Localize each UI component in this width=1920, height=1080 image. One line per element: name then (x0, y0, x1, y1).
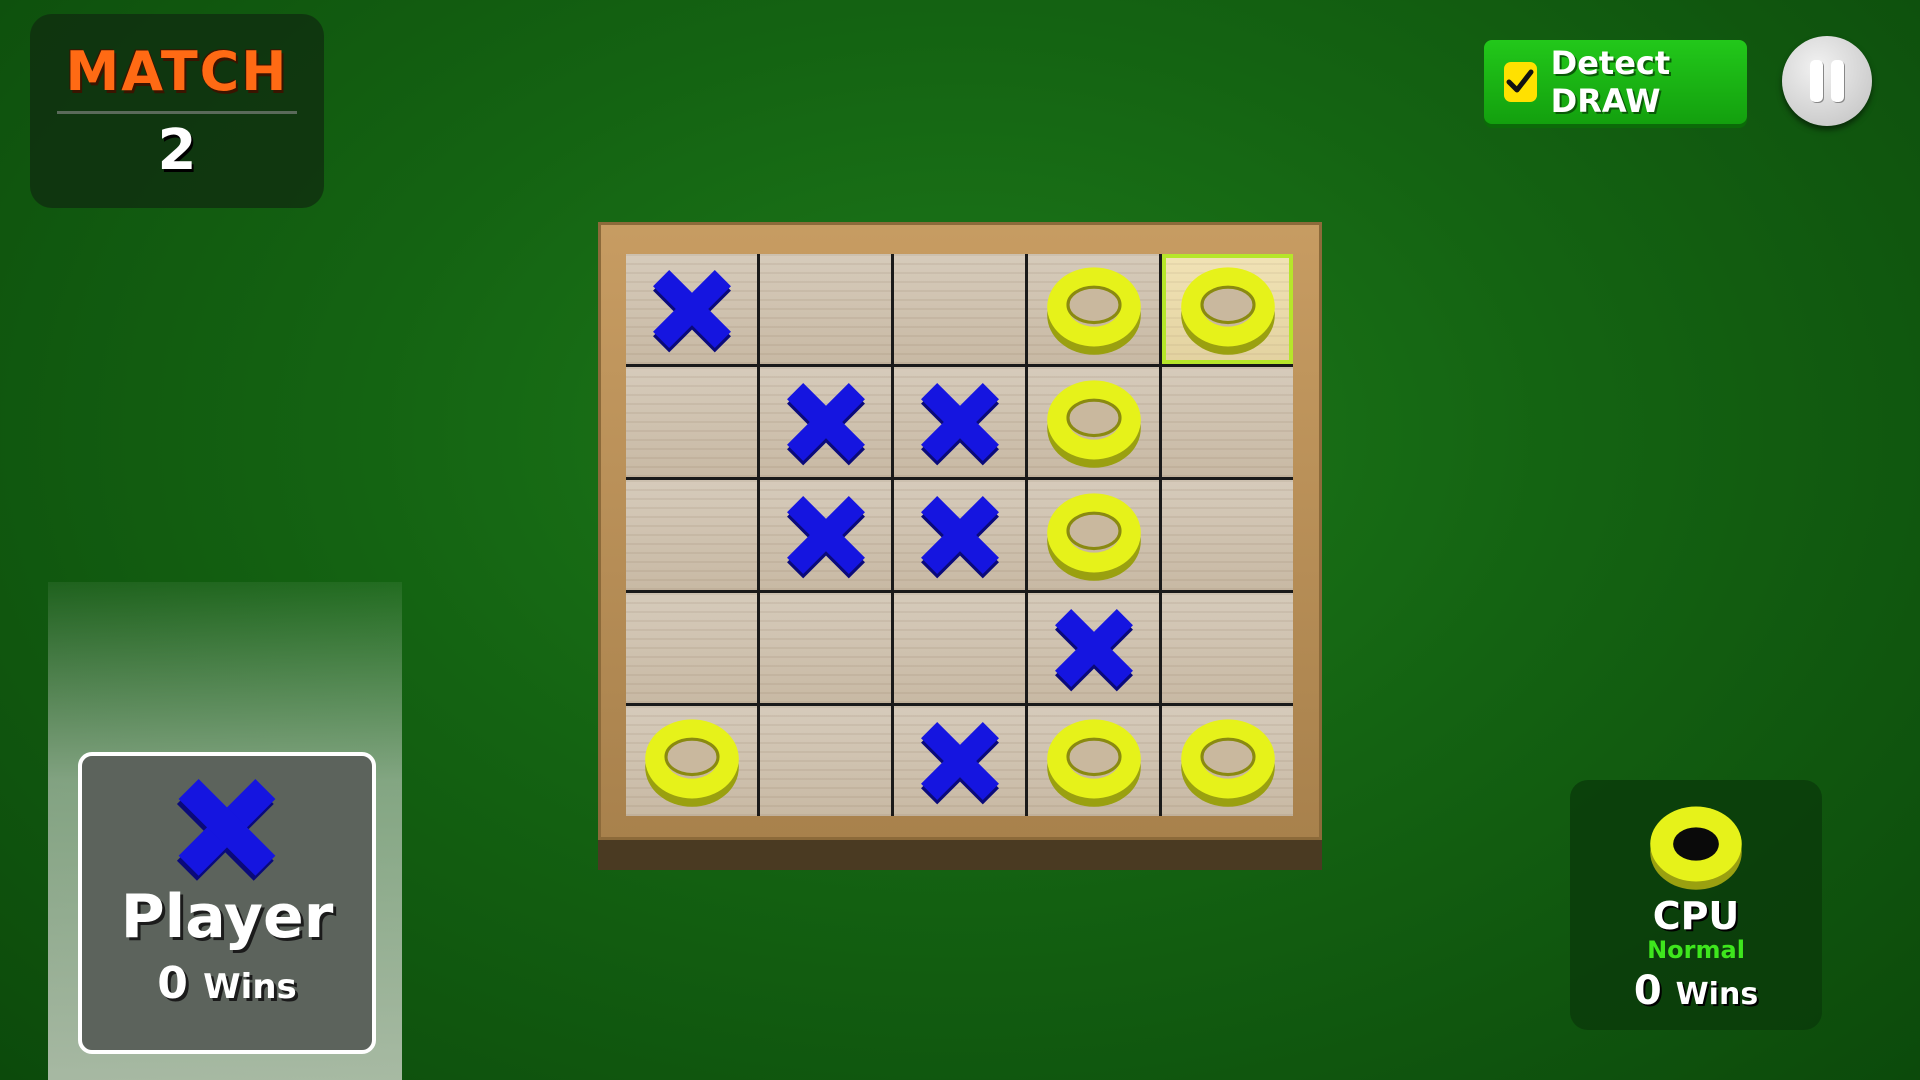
x-piece (920, 496, 999, 579)
board-cell-r1-c1[interactable] (626, 254, 757, 364)
cpu-card: CPU Normal 0 Wins (1570, 780, 1822, 1030)
player-name: Player (120, 882, 334, 952)
pause-icon (1810, 60, 1823, 102)
board-cell-r2-c2[interactable] (760, 367, 891, 477)
board-cell-r5-c3[interactable] (894, 706, 1025, 816)
x-piece (786, 496, 865, 579)
cpu-name: CPU (1652, 894, 1740, 938)
x-piece (920, 722, 999, 805)
board-cell-r3-c1[interactable] (626, 480, 757, 590)
match-number: 2 (157, 118, 197, 183)
board-cell-r4-c2[interactable] (760, 593, 891, 703)
player-wins: 0 Wins (82, 958, 372, 1009)
cpu-wins-count: 0 (1633, 968, 1662, 1014)
pause-icon (1831, 60, 1844, 102)
board-cell-r5-c4[interactable] (1028, 706, 1159, 816)
player-wins-unit: Wins (203, 967, 297, 1007)
board-cell-r4-c4[interactable] (1028, 593, 1159, 703)
cpu-wins-unit: Wins (1675, 977, 1759, 1012)
x-piece (652, 270, 731, 353)
board-cell-r2-c3[interactable] (894, 367, 1025, 477)
board-cell-r2-c1[interactable] (626, 367, 757, 477)
match-panel: MATCH 2 (30, 14, 324, 208)
board-cell-r3-c5[interactable] (1162, 480, 1293, 590)
pause-button[interactable] (1782, 36, 1872, 126)
o-ring-icon (1650, 806, 1742, 890)
x-piece (920, 383, 999, 466)
board-cell-r1-c3[interactable] (894, 254, 1025, 364)
o-piece (1046, 493, 1141, 581)
o-piece (1046, 719, 1141, 807)
board-base (598, 838, 1322, 870)
o-piece (1046, 380, 1141, 468)
x-piece (1054, 609, 1133, 692)
x-piece (786, 383, 865, 466)
detect-draw-toggle[interactable]: Detect DRAW (1484, 40, 1747, 124)
board-cell-r5-c5[interactable] (1162, 706, 1293, 816)
o-piece (644, 719, 739, 807)
o-piece (1180, 719, 1275, 807)
board-cell-r4-c5[interactable] (1162, 593, 1293, 703)
cpu-difficulty: Normal (1647, 936, 1745, 964)
player-card: Player 0 Wins (78, 752, 376, 1054)
board-cell-r5-c2[interactable] (760, 706, 891, 816)
match-divider (57, 111, 297, 114)
board-cell-r2-c4[interactable] (1028, 367, 1159, 477)
match-title: MATCH (65, 40, 289, 103)
o-piece (1046, 267, 1141, 355)
board-cell-r3-c2[interactable] (760, 480, 891, 590)
x-mark-icon (176, 778, 276, 881)
detect-draw-label: Detect DRAW (1550, 44, 1671, 120)
board-cell-r1-c4[interactable] (1028, 254, 1159, 364)
cpu-wins: 0 Wins (1570, 968, 1822, 1014)
board-cell-r2-c5[interactable] (1162, 367, 1293, 477)
board-cell-r3-c3[interactable] (894, 480, 1025, 590)
game-board (626, 254, 1293, 816)
o-piece (1180, 267, 1275, 355)
checkmark-icon (1504, 62, 1537, 102)
board-cell-r5-c1[interactable] (626, 706, 757, 816)
board-cell-r3-c4[interactable] (1028, 480, 1159, 590)
board-cell-r1-c5[interactable] (1162, 254, 1293, 364)
board-cell-r1-c2[interactable] (760, 254, 891, 364)
board-cell-r4-c1[interactable] (626, 593, 757, 703)
player-wins-count: 0 (157, 958, 188, 1009)
board-cell-r4-c3[interactable] (894, 593, 1025, 703)
